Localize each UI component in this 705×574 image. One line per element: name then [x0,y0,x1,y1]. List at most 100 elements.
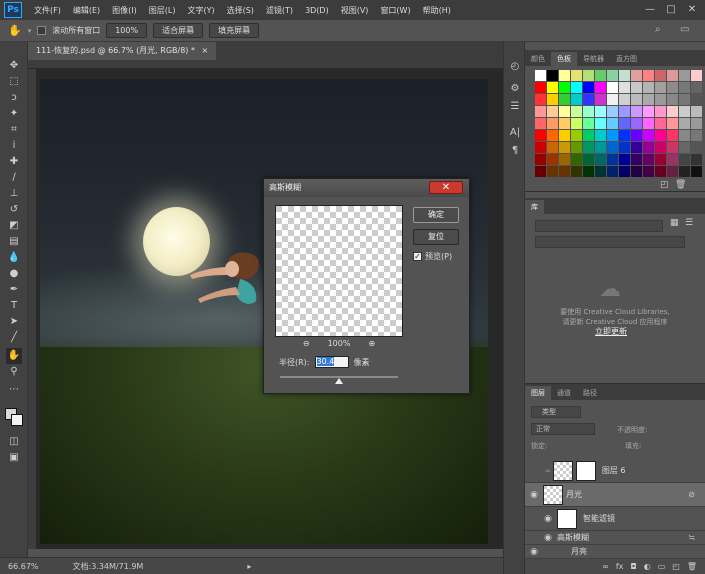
color-swatch[interactable] [631,94,642,105]
color-swatch[interactable] [667,142,678,153]
layer-filter-dropdown[interactable]: 类型 [531,406,581,418]
tab-paths[interactable]: 路径 [577,386,603,400]
color-swatch[interactable] [583,82,594,93]
new-swatch-icon[interactable]: ◰ [660,180,669,190]
group-icon[interactable]: ▭ [658,562,666,571]
menu-view[interactable]: 视图(V) [335,5,375,16]
close-window-button[interactable]: ✕ [685,3,699,17]
adjustments-panel-icon[interactable]: ☰ [508,100,522,114]
color-swatch[interactable] [547,166,558,177]
color-swatch[interactable] [643,94,654,105]
color-swatch[interactable] [667,118,678,129]
layer-row-moon[interactable]: ◉ 月亮 [525,545,705,559]
color-swatch[interactable] [571,142,582,153]
radius-slider-handle[interactable] [335,378,343,384]
marquee-tool-icon[interactable]: ⬚ [6,74,22,90]
more-tools-icon[interactable]: ⋯ [6,382,22,398]
color-swatch[interactable] [643,70,654,81]
hand-tool-button-icon[interactable]: ✋ [6,348,22,364]
tab-layers[interactable]: 图层 [525,386,551,400]
color-swatch[interactable] [631,106,642,117]
color-swatch[interactable] [643,130,654,141]
fill-screen-button[interactable]: 填充屏幕 [209,23,260,38]
color-swatch[interactable] [619,70,630,81]
color-swatch[interactable] [547,82,558,93]
color-swatch[interactable] [679,106,690,117]
search-icon[interactable]: ⌕ [655,24,661,35]
background-color-swatch[interactable] [11,414,23,426]
menu-file[interactable]: 文件(F) [28,5,67,16]
color-swatch[interactable] [691,82,702,93]
color-swatch[interactable] [595,142,606,153]
color-swatch[interactable] [679,94,690,105]
zoom-in-icon[interactable]: ⊕ [368,339,375,348]
dodge-tool-icon[interactable]: ● [6,266,22,282]
color-swatch[interactable] [607,70,618,81]
layer-row-moonlight[interactable]: ◉ 月光 ⊘ [525,483,705,507]
color-swatch[interactable] [595,106,606,117]
zoom-out-icon[interactable]: ⊖ [303,339,310,348]
color-swatch[interactable] [547,130,558,141]
type-tool-icon[interactable]: T [6,298,22,314]
color-swatch[interactable] [595,154,606,165]
fit-screen-button[interactable]: 适合屏幕 [153,23,204,38]
delete-swatch-icon[interactable]: 🗑 [675,180,686,190]
blend-mode-dropdown[interactable]: 正常 [531,423,595,435]
color-swatch[interactable] [643,142,654,153]
pen-tool-icon[interactable]: ✒ [6,282,22,298]
color-swatch[interactable] [535,154,546,165]
tab-navigator[interactable]: 导航器 [577,52,610,66]
color-swatch[interactable] [547,70,558,81]
menu-type[interactable]: 文字(Y) [181,5,220,16]
color-swatch[interactable] [535,142,546,153]
eye-icon[interactable]: ◉ [525,490,543,500]
color-swatch[interactable] [655,166,666,177]
color-swatch[interactable] [571,70,582,81]
brush-tool-icon[interactable]: ∕ [6,170,22,186]
character-panel-icon[interactable]: A| [508,126,522,140]
color-swatch[interactable] [619,130,630,141]
color-swatch[interactable] [571,130,582,141]
color-swatch[interactable] [583,154,594,165]
layer-row-gaussian-blur[interactable]: ◉ 高斯模糊 ≒ [525,531,705,545]
scroll-all-checkbox[interactable] [37,26,47,35]
color-swatch[interactable] [583,166,594,177]
color-swatch[interactable] [619,118,630,129]
status-menu-arrow-icon[interactable]: ▸ [247,562,251,571]
color-swatch[interactable] [559,94,570,105]
screen-mode-icon[interactable]: ▣ [6,450,22,466]
color-swatch[interactable] [583,94,594,105]
menu-window[interactable]: 窗口(W) [374,5,416,16]
color-swatch[interactable] [547,106,558,117]
color-swatch[interactable] [691,130,702,141]
color-swatch[interactable] [655,130,666,141]
color-swatch[interactable] [547,118,558,129]
color-swatch[interactable] [607,118,618,129]
tab-channels[interactable]: 通道 [551,386,577,400]
history-panel-icon[interactable]: ◴ [508,60,522,74]
color-swatch[interactable] [691,118,702,129]
tab-histogram[interactable]: 直方图 [610,52,643,66]
eyedropper-tool-icon[interactable]: ⅰ [6,138,22,154]
color-swatch[interactable] [559,166,570,177]
color-swatch[interactable] [571,166,582,177]
color-swatch[interactable] [655,70,666,81]
color-swatch[interactable] [559,154,570,165]
color-swatch[interactable] [643,154,654,165]
color-swatch[interactable] [679,130,690,141]
color-swatch[interactable] [595,130,606,141]
eraser-tool-icon[interactable]: ◩ [6,218,22,234]
zoom-level-status[interactable]: 66.67% [8,562,39,571]
color-swatch[interactable] [631,154,642,165]
tab-swatches[interactable]: 色板 [551,52,577,66]
color-swatch[interactable] [631,82,642,93]
grid-view-icon[interactable]: ▦ [670,218,679,228]
document-tab-close-icon[interactable]: × [202,46,209,55]
color-swatch[interactable] [655,154,666,165]
color-swatch[interactable] [643,82,654,93]
color-swatch[interactable] [571,106,582,117]
path-selection-tool-icon[interactable]: ➤ [6,314,22,330]
color-swatch[interactable] [571,82,582,93]
color-swatch[interactable] [667,154,678,165]
preview-checkbox[interactable]: ✓ [413,252,422,261]
